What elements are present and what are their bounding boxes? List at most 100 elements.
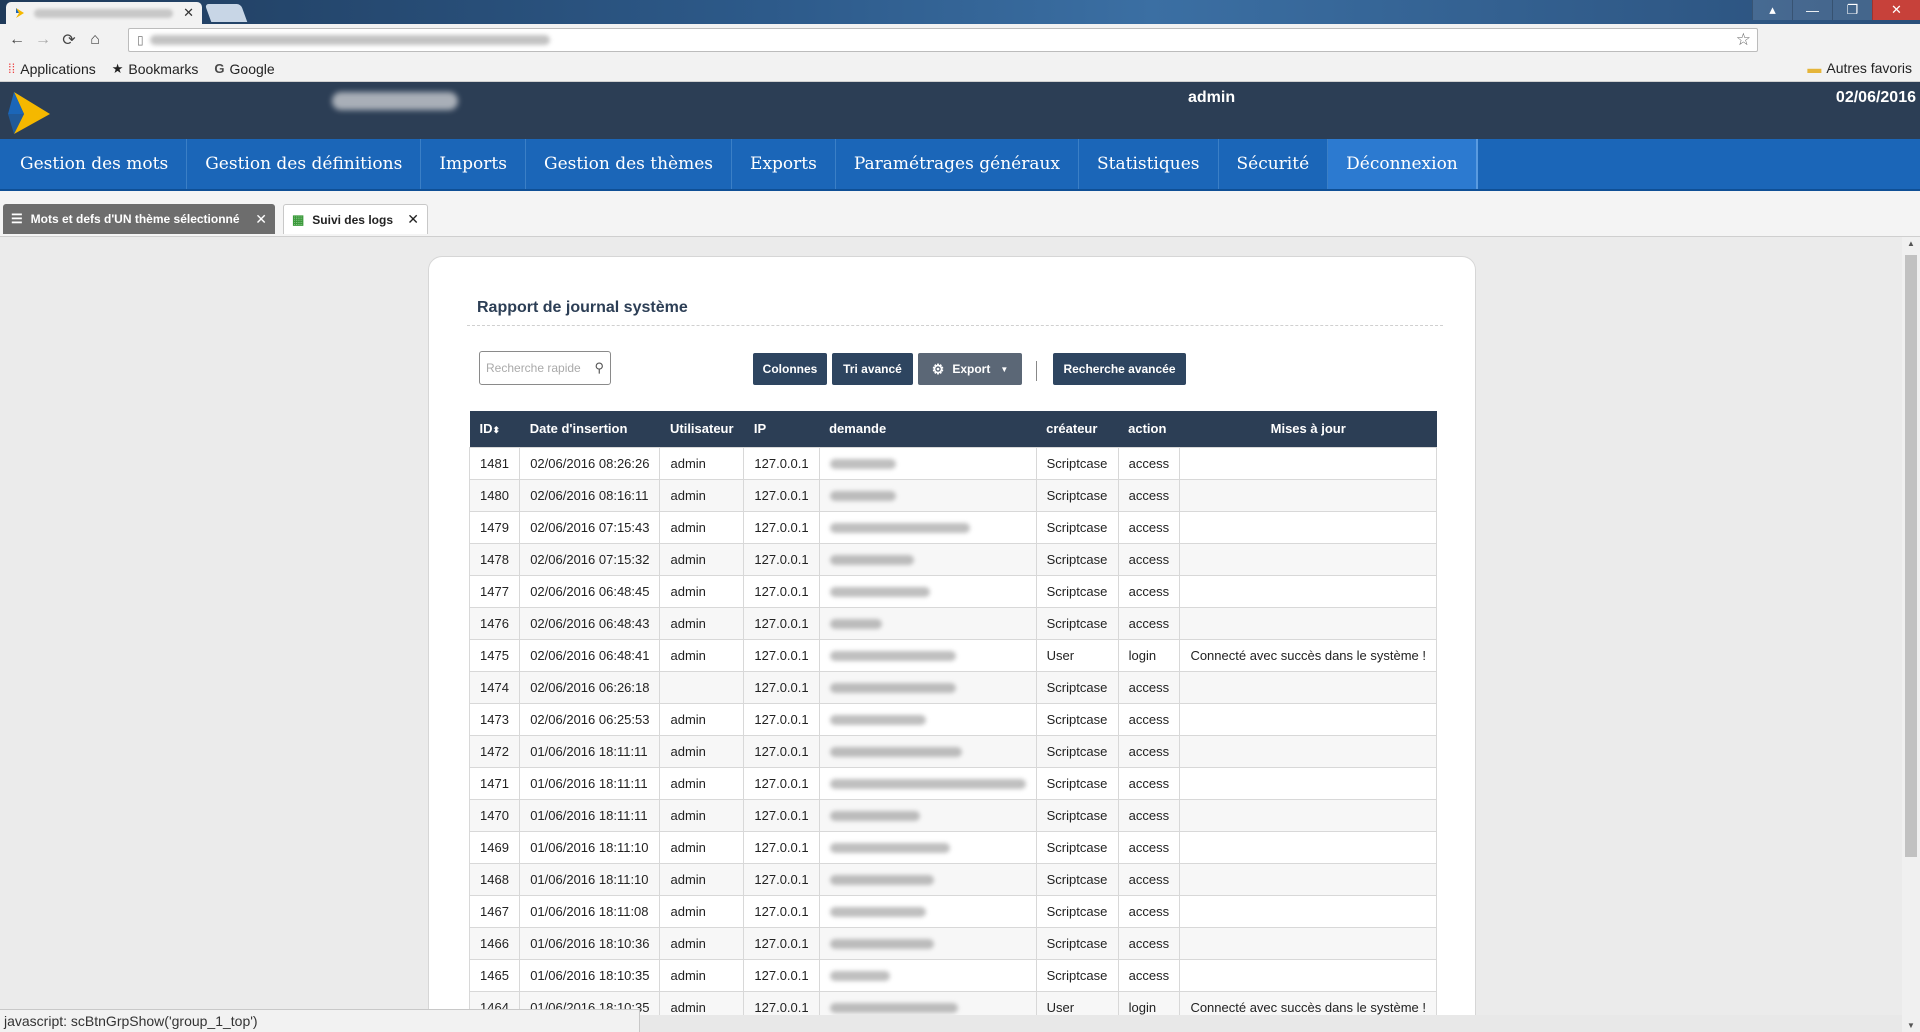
menu-item-parametrages[interactable]: Paramétrages généraux [836, 139, 1079, 189]
col-mises-a-jour[interactable]: Mises à jour [1180, 411, 1437, 447]
sort-icon[interactable]: ⬍ [493, 425, 501, 435]
cell-action: access [1117, 766, 1181, 800]
home-icon[interactable]: ⌂ [82, 31, 108, 49]
cell-id: 1466 [468, 926, 521, 960]
bookmark-star-icon[interactable]: ☆ [1736, 30, 1751, 50]
back-icon[interactable]: ← [4, 31, 30, 49]
reload-icon[interactable]: ⟳ [56, 30, 82, 50]
cell-ip: 127.0.0.1 [743, 574, 820, 608]
cell-date: 01/06/2016 18:11:10 [519, 830, 661, 864]
col-ip[interactable]: IP [744, 411, 819, 447]
cell-date: 02/06/2016 07:15:43 [519, 510, 661, 544]
table-row[interactable]: 1470 01/06/2016 18:11:11 admin 127.0.0.1 Scr… [468, 798, 1437, 832]
maximize-button[interactable]: ❐ [1832, 0, 1872, 20]
menu-item-deconnexion[interactable]: Déconnexion [1328, 139, 1478, 189]
forward-icon[interactable]: → [30, 31, 56, 49]
menu-item-imports[interactable]: Imports [421, 139, 526, 189]
cell-user: admin [659, 638, 745, 672]
table-row[interactable]: 1479 02/06/2016 07:15:43 admin 127.0.0.1 Scr… [468, 510, 1437, 544]
cell-updates [1179, 926, 1437, 960]
table-row[interactable]: 1474 02/06/2016 06:26:18 127.0.0.1 Scriptca… [468, 670, 1437, 704]
cell-user: admin [659, 606, 745, 640]
menu-item-exports[interactable]: Exports [732, 139, 836, 189]
table-row[interactable]: 1465 01/06/2016 18:10:35 admin 127.0.0.1 Scr… [468, 958, 1437, 992]
demande-redacted [829, 875, 934, 886]
tab-suivi-logs[interactable]: ▦ Suivi des logs ✕ [283, 204, 428, 234]
cell-action: access [1117, 510, 1181, 544]
table-row[interactable]: 1475 02/06/2016 06:48:41 admin 127.0.0.1 Use… [468, 638, 1437, 672]
menu-item-securite[interactable]: Sécurité [1219, 139, 1329, 189]
cell-updates [1179, 862, 1437, 896]
advanced-sort-button[interactable]: Tri avancé [832, 353, 913, 385]
cell-demande [818, 958, 1037, 992]
col-date[interactable]: Date d'insertion [520, 411, 660, 447]
col-demande[interactable]: demande [819, 411, 1036, 447]
cell-user: admin [659, 990, 745, 1015]
export-button[interactable]: ⚙ Export ▼ [918, 353, 1022, 385]
user-profile-icon[interactable]: ▴ [1752, 0, 1792, 20]
cell-date: 02/06/2016 08:26:26 [519, 446, 661, 480]
menu-item-statistiques[interactable]: Statistiques [1079, 139, 1219, 189]
table-row[interactable]: 1469 01/06/2016 18:11:10 admin 127.0.0.1 Scr… [468, 830, 1437, 864]
table-row[interactable]: 1468 01/06/2016 18:11:10 admin 127.0.0.1 Scr… [468, 862, 1437, 896]
cell-action: access [1117, 446, 1181, 480]
cell-ip: 127.0.0.1 [743, 894, 820, 928]
table-row[interactable]: 1477 02/06/2016 06:48:45 admin 127.0.0.1 Scr… [468, 574, 1437, 608]
app-logo-icon[interactable] [4, 88, 54, 136]
header-username: admin [1188, 89, 1236, 106]
demande-redacted [829, 779, 1026, 790]
table-row[interactable]: 1480 02/06/2016 08:16:11 admin 127.0.0.1 Scr… [468, 478, 1437, 512]
scroll-up-icon[interactable]: ▲ [1902, 239, 1920, 248]
demande-redacted [829, 683, 956, 694]
col-id[interactable]: ID⬍ [470, 411, 520, 447]
app-name-redacted [332, 92, 458, 110]
cell-id: 1473 [468, 702, 521, 736]
app-header: admin 02/06/2016 [0, 82, 1920, 139]
bookmark-applications[interactable]: ⁞⁞ Applications [8, 61, 96, 77]
scroll-down-icon[interactable]: ▼ [1902, 1021, 1920, 1030]
cell-user: admin [659, 478, 745, 512]
menu-item-themes[interactable]: Gestion des thèmes [526, 139, 733, 189]
tab-close-icon[interactable]: ✕ [407, 211, 419, 228]
cell-updates [1179, 478, 1437, 512]
cell-demande [818, 478, 1037, 512]
menu-item-definitions[interactable]: Gestion des définitions [187, 139, 422, 189]
quick-search-input[interactable]: Recherche rapide ⚲ [479, 351, 611, 385]
table-row[interactable]: 1472 01/06/2016 18:11:11 admin 127.0.0.1 Scr… [468, 734, 1437, 768]
tab-close-icon[interactable]: ✕ [183, 5, 194, 21]
col-user[interactable]: Utilisateur [660, 411, 744, 447]
cell-updates [1179, 670, 1437, 704]
bookmark-google[interactable]: G Google [214, 61, 274, 77]
main-menu-bar: Gestion des mots Gestion des définitions… [0, 139, 1920, 191]
other-bookmarks[interactable]: ▬ Autres favoris [1807, 60, 1912, 76]
cell-action: access [1117, 958, 1181, 992]
tab-mots-defs-theme[interactable]: ☰ Mots et defs d'UN thème sélectionné ✕ [3, 204, 275, 234]
minimize-button[interactable]: — [1792, 0, 1832, 20]
cell-updates [1179, 958, 1437, 992]
menu-item-mots[interactable]: Gestion des mots [2, 139, 188, 189]
search-icon[interactable]: ⚲ [594, 360, 604, 376]
cell-ip: 127.0.0.1 [743, 958, 820, 992]
table-row[interactable]: 1471 01/06/2016 18:11:11 admin 127.0.0.1 Scr… [468, 766, 1437, 800]
page-scrollbar[interactable]: ▲ ▼ [1902, 237, 1920, 1032]
table-row[interactable]: 1473 02/06/2016 06:25:53 admin 127.0.0.1 Scr… [468, 702, 1437, 736]
address-bar[interactable]: ▯ ☆ [128, 28, 1758, 52]
content-area: Rapport de journal système Recherche rap… [0, 237, 1902, 1015]
table-row[interactable]: 1481 02/06/2016 08:26:26 admin 127.0.0.1 Scr… [468, 446, 1437, 480]
cell-id: 1480 [468, 478, 521, 512]
new-tab-button[interactable] [204, 4, 248, 22]
advanced-search-button[interactable]: Recherche avancée [1053, 353, 1186, 385]
scrollbar-thumb[interactable] [1905, 255, 1917, 857]
cell-updates [1179, 766, 1437, 800]
close-window-button[interactable]: ✕ [1872, 0, 1920, 20]
table-row[interactable]: 1466 01/06/2016 18:10:36 admin 127.0.0.1 Scr… [468, 926, 1437, 960]
browser-tab[interactable]: ✕ [6, 2, 202, 24]
bookmark-bookmarks[interactable]: ★ Bookmarks [112, 61, 199, 77]
col-action[interactable]: action [1118, 411, 1180, 447]
col-createur[interactable]: créateur [1036, 411, 1118, 447]
table-row[interactable]: 1476 02/06/2016 06:48:43 admin 127.0.0.1 Scr… [468, 606, 1437, 640]
table-row[interactable]: 1467 01/06/2016 18:11:08 admin 127.0.0.1 Scr… [468, 894, 1437, 928]
table-row[interactable]: 1478 02/06/2016 07:15:32 admin 127.0.0.1 Scr… [468, 542, 1437, 576]
tab-close-icon[interactable]: ✕ [255, 211, 267, 228]
columns-button[interactable]: Colonnes [753, 353, 827, 385]
